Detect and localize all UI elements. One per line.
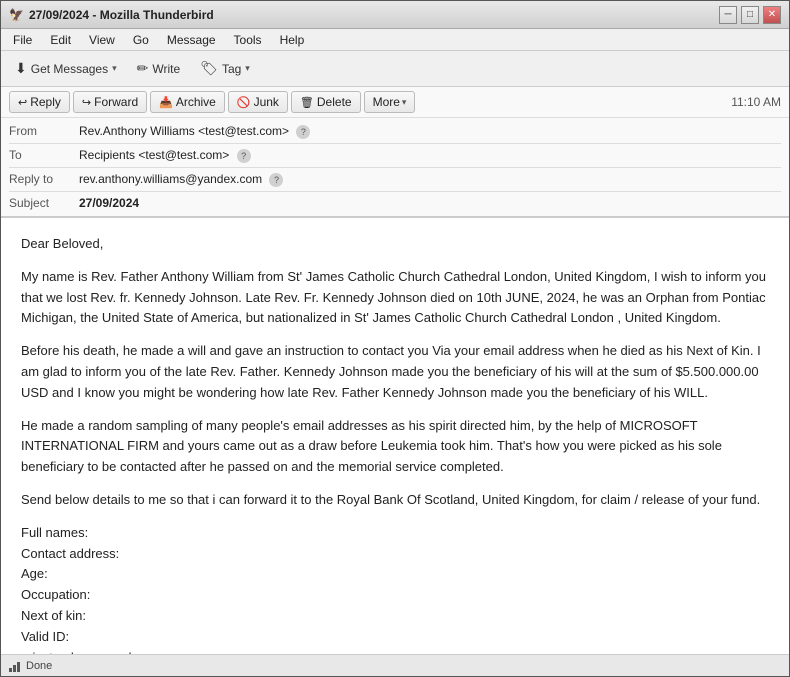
more-dropdown-arrow: ▾ xyxy=(402,97,407,108)
signal-bars xyxy=(9,660,20,672)
reply-to-verify-icon[interactable]: ? xyxy=(269,173,283,187)
reply-to-value: rev.anthony.williams@yandex.com ? xyxy=(79,172,781,187)
subject-value: 27/09/2024 xyxy=(79,196,781,210)
signal-bar-1 xyxy=(9,668,12,672)
from-value: Rev.Anthony Williams <test@test.com> ? xyxy=(79,124,781,139)
get-messages-dropdown-arrow[interactable]: ▾ xyxy=(112,63,117,74)
write-button[interactable]: ✏ Write xyxy=(129,56,189,81)
maximize-button[interactable]: □ xyxy=(741,6,759,24)
junk-button[interactable]: 🚫 Junk xyxy=(228,91,288,113)
get-messages-button[interactable]: ⬇ Get Messages ▾ xyxy=(7,56,125,81)
divider-2 xyxy=(9,167,781,168)
from-label: From xyxy=(9,124,79,138)
to-label: To xyxy=(9,148,79,162)
status-text: Done xyxy=(26,660,52,672)
message-time: 11:10 AM xyxy=(731,95,781,109)
from-row: From Rev.Anthony Williams <test@test.com… xyxy=(9,122,781,141)
junk-icon: 🚫 xyxy=(237,96,251,109)
toolbar: ⬇ Get Messages ▾ ✏ Write 🏷 Tag ▾ xyxy=(1,51,789,87)
message-body: Dear Beloved, My name is Rev. Father Ant… xyxy=(1,218,789,654)
close-button[interactable]: ✕ xyxy=(763,6,781,24)
title-bar: 🦅 27/09/2024 - Mozilla Thunderbird ─ □ ✕ xyxy=(1,1,789,29)
header-fields: From Rev.Anthony Williams <test@test.com… xyxy=(1,118,789,216)
pencil-icon: ✏ xyxy=(137,60,149,77)
menu-tools[interactable]: Tools xyxy=(226,31,270,49)
subject-row: Subject 27/09/2024 xyxy=(9,194,781,212)
app-icon: 🦅 xyxy=(9,8,23,22)
to-verify-icon[interactable]: ? xyxy=(237,149,251,163)
subject-label: Subject xyxy=(9,196,79,210)
menu-go[interactable]: Go xyxy=(125,31,157,49)
menu-help[interactable]: Help xyxy=(272,31,313,49)
menu-view[interactable]: View xyxy=(81,31,123,49)
divider-1 xyxy=(9,143,781,144)
signal-indicator xyxy=(9,660,20,672)
to-value: Recipients <test@test.com> ? xyxy=(79,148,781,163)
action-bar: ↩ Reply ↪ Forward 📥 Archive 🚫 Junk 🗑 Del… xyxy=(1,87,789,118)
paragraph-4: Send below details to me so that i can f… xyxy=(21,490,769,511)
reply-icon: ↩ xyxy=(18,96,27,109)
forward-icon: ↪ xyxy=(82,96,91,109)
status-bar: Done xyxy=(1,654,789,676)
tag-icon: 🏷 xyxy=(200,60,218,77)
more-button[interactable]: More ▾ xyxy=(364,91,416,113)
paragraph-1: My name is Rev. Father Anthony William f… xyxy=(21,267,769,329)
tag-dropdown-arrow[interactable]: ▾ xyxy=(245,63,250,74)
tag-button[interactable]: 🏷 Tag ▾ xyxy=(192,56,258,81)
divider-3 xyxy=(9,191,781,192)
form-fields: Full names: Contact address: Age: Occupa… xyxy=(21,523,769,654)
main-window: 🦅 27/09/2024 - Mozilla Thunderbird ─ □ ✕… xyxy=(0,0,790,677)
menu-edit[interactable]: Edit xyxy=(42,31,79,49)
message-header: ↩ Reply ↪ Forward 📥 Archive 🚫 Junk 🗑 Del… xyxy=(1,87,789,218)
signal-bar-2 xyxy=(13,665,16,672)
from-verify-icon[interactable]: ? xyxy=(296,125,310,139)
delete-button[interactable]: 🗑 Delete xyxy=(291,91,361,113)
paragraph-2: Before his death, he made a will and gav… xyxy=(21,341,769,403)
archive-icon: 📥 xyxy=(159,96,173,109)
menu-file[interactable]: File xyxy=(5,31,40,49)
menu-bar: File Edit View Go Message Tools Help xyxy=(1,29,789,51)
menu-message[interactable]: Message xyxy=(159,31,224,49)
to-row: To Recipients <test@test.com> ? xyxy=(9,146,781,165)
greeting: Dear Beloved, xyxy=(21,234,769,255)
reply-to-label: Reply to xyxy=(9,172,79,186)
forward-button[interactable]: ↪ Forward xyxy=(73,91,147,113)
minimize-button[interactable]: ─ xyxy=(719,6,737,24)
window-title: 27/09/2024 - Mozilla Thunderbird xyxy=(29,8,719,22)
reply-to-row: Reply to rev.anthony.williams@yandex.com… xyxy=(9,170,781,189)
window-controls: ─ □ ✕ xyxy=(719,6,781,24)
download-icon: ⬇ xyxy=(15,60,27,77)
paragraph-3: He made a random sampling of many people… xyxy=(21,416,769,478)
archive-button[interactable]: 📥 Archive xyxy=(150,91,225,113)
reply-button[interactable]: ↩ Reply xyxy=(9,91,70,113)
trash-icon: 🗑 xyxy=(300,96,314,109)
signal-bar-3 xyxy=(17,662,20,672)
